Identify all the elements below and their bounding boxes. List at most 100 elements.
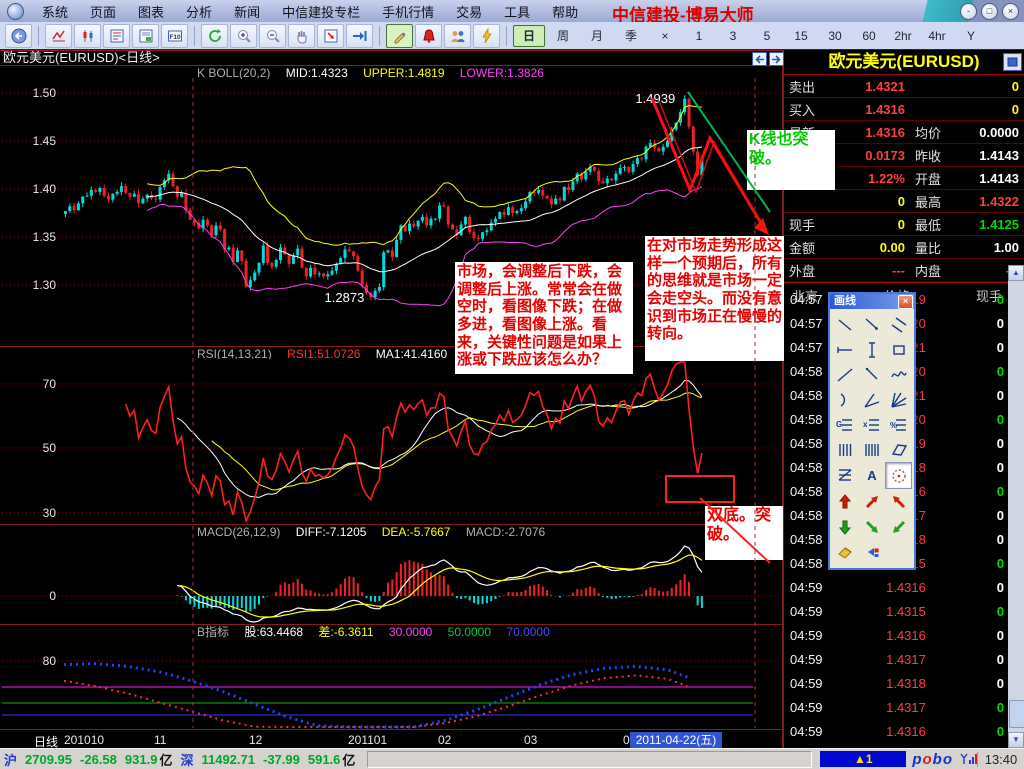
cycle-circle-icon bbox=[891, 468, 906, 483]
menu-3[interactable]: 图表 bbox=[127, 0, 175, 23]
period-Y-button[interactable]: Y bbox=[955, 25, 987, 47]
tool-arrow-nw-red[interactable] bbox=[885, 489, 912, 514]
menu-7[interactable]: 手机行情 bbox=[371, 0, 445, 23]
period-季-button[interactable]: 季 bbox=[615, 25, 647, 47]
shenzhen-change: -37.99 bbox=[262, 751, 300, 767]
quote-row: 现手 0 最低 1.4125 bbox=[784, 213, 1024, 236]
tool-arrow-se-green[interactable] bbox=[859, 514, 886, 539]
period-4hr-button[interactable]: 4hr bbox=[921, 25, 953, 47]
macd-chart bbox=[0, 539, 782, 624]
palette-close-icon[interactable]: × bbox=[898, 295, 913, 309]
menu-2[interactable]: 页面 bbox=[79, 0, 127, 23]
toolbar-quote-board-button[interactable] bbox=[103, 23, 130, 48]
menu-1[interactable]: 系统 bbox=[31, 0, 79, 23]
toolbar-refresh-button[interactable] bbox=[201, 23, 228, 48]
period-×-button[interactable]: × bbox=[649, 25, 681, 47]
tool-color-swap[interactable] bbox=[859, 539, 886, 564]
shanghai-change: -26.58 bbox=[80, 751, 117, 767]
toolbar-candle-chart-button[interactable] bbox=[74, 23, 101, 48]
toolbar-draw-tool-button[interactable] bbox=[386, 23, 413, 48]
period-15-button[interactable]: 15 bbox=[785, 25, 817, 47]
f10-icon: F10 bbox=[167, 30, 182, 41]
tool-parallel-lines[interactable] bbox=[885, 312, 912, 337]
y-axis-label: 30 bbox=[42, 506, 56, 520]
tool-arrow-up-red[interactable] bbox=[832, 489, 859, 514]
tape-cell: 0 bbox=[996, 316, 1004, 331]
tool-channel[interactable] bbox=[885, 437, 912, 462]
quote-settings-button[interactable] bbox=[1003, 53, 1022, 71]
menu-9[interactable]: 工具 bbox=[493, 0, 541, 23]
tape-scrollbar[interactable]: ▲ ▼ bbox=[1008, 265, 1024, 748]
menu-5[interactable]: 新闻 bbox=[223, 0, 271, 23]
boll-indicator-row: K BOLL(20,2) MID:1.4323 UPPER:1.4819 LOW… bbox=[0, 65, 782, 80]
scroll-thumb[interactable] bbox=[1009, 700, 1024, 728]
menu-10[interactable]: 帮助 bbox=[541, 0, 589, 23]
tool-percent-lines[interactable]: x bbox=[859, 412, 886, 437]
scroll-left-button[interactable] bbox=[752, 52, 767, 66]
toolbar-page-next-button[interactable] bbox=[317, 23, 344, 48]
toolbar-back-button[interactable] bbox=[5, 23, 32, 48]
tool-arrow-down-green[interactable] bbox=[832, 514, 859, 539]
palette-title-bar[interactable]: 画线 × bbox=[830, 294, 914, 309]
quote-cell: 0 bbox=[897, 216, 905, 232]
gann-fan-icon bbox=[890, 392, 907, 408]
tool-text-tool[interactable]: A bbox=[859, 462, 886, 487]
restore-button[interactable]: □ bbox=[981, 3, 998, 20]
tool-arc[interactable] bbox=[832, 387, 859, 412]
y-axis-label: 70 bbox=[42, 377, 56, 391]
toolbar-community-button[interactable] bbox=[444, 23, 471, 48]
minimize-button[interactable]: - bbox=[960, 3, 977, 20]
menu-4[interactable]: 分析 bbox=[175, 0, 223, 23]
tool-cycle-lines[interactable] bbox=[859, 437, 886, 462]
alert-indicator[interactable]: ▲1 bbox=[820, 751, 907, 767]
toolbar-alarm-button[interactable] bbox=[415, 23, 442, 48]
toolbar-news-panel-button[interactable] bbox=[132, 23, 159, 48]
tool-trend-line[interactable] bbox=[832, 312, 859, 337]
period-2hr-button[interactable]: 2hr bbox=[887, 25, 919, 47]
period-1-button[interactable]: 1 bbox=[683, 25, 715, 47]
tool-arrow-sw-green[interactable] bbox=[885, 514, 912, 539]
toolbar-line-chart-button[interactable] bbox=[45, 23, 72, 48]
arrow-down-green-icon bbox=[839, 520, 852, 535]
toolbar-f10-button[interactable]: F10 bbox=[161, 23, 188, 48]
toolbar-page-last-button[interactable] bbox=[346, 23, 373, 48]
tool-ray-down[interactable] bbox=[859, 362, 886, 387]
toolbar-hot-key-button[interactable] bbox=[473, 23, 500, 48]
close-button[interactable]: × bbox=[1002, 3, 1019, 20]
tool-arrow-ne-red[interactable] bbox=[859, 489, 886, 514]
scroll-up-button[interactable]: ▲ bbox=[1008, 265, 1024, 281]
tool-horizontal-line[interactable] bbox=[832, 337, 859, 362]
tool-angle-fan[interactable] bbox=[859, 387, 886, 412]
tool-cycle-circle[interactable] bbox=[885, 462, 912, 489]
shanghai-label: 沪 bbox=[4, 752, 18, 768]
tool-segment-up[interactable] bbox=[832, 362, 859, 387]
period-60-button[interactable]: 60 bbox=[853, 25, 885, 47]
tool-vertical-line[interactable] bbox=[859, 337, 886, 362]
tool-ray-line[interactable] bbox=[859, 312, 886, 337]
period-日-button[interactable]: 日 bbox=[513, 24, 545, 47]
quote-cell: 0.0000 bbox=[979, 124, 1019, 140]
menu-6[interactable]: 中信建投专栏 bbox=[271, 0, 371, 23]
tool-wave-line[interactable] bbox=[885, 362, 912, 387]
tool-vertical-grid[interactable] bbox=[832, 437, 859, 462]
scroll-down-button[interactable]: ▼ bbox=[1008, 732, 1024, 748]
tool-fib-lines[interactable]: % bbox=[885, 412, 912, 437]
period-3-button[interactable]: 3 bbox=[717, 25, 749, 47]
period-月-button[interactable]: 月 bbox=[581, 25, 613, 47]
period-30-button[interactable]: 30 bbox=[819, 25, 851, 47]
period-周-button[interactable]: 周 bbox=[547, 25, 579, 47]
tape-cell: 0 bbox=[996, 340, 1004, 355]
clock: 13:40 bbox=[977, 751, 1024, 767]
period-5-button[interactable]: 5 bbox=[751, 25, 783, 47]
toolbar-drag-hand-button[interactable] bbox=[288, 23, 315, 48]
menu-8[interactable]: 交易 bbox=[445, 0, 493, 23]
scroll-right-button[interactable] bbox=[769, 52, 784, 66]
tool-eraser[interactable] bbox=[832, 539, 859, 564]
b-indicator-row: B指标 股:63.4468 差:-6.3611 30.0000 50.0000 … bbox=[0, 624, 782, 639]
tool-golden-section[interactable]: G bbox=[832, 412, 859, 437]
toolbar-zoom-in-button[interactable] bbox=[230, 23, 257, 48]
tool-slant-grid[interactable] bbox=[832, 462, 859, 487]
toolbar-zoom-out-button[interactable] bbox=[259, 23, 286, 48]
tool-gann-fan[interactable] bbox=[885, 387, 912, 412]
tool-rectangle[interactable] bbox=[885, 337, 912, 362]
